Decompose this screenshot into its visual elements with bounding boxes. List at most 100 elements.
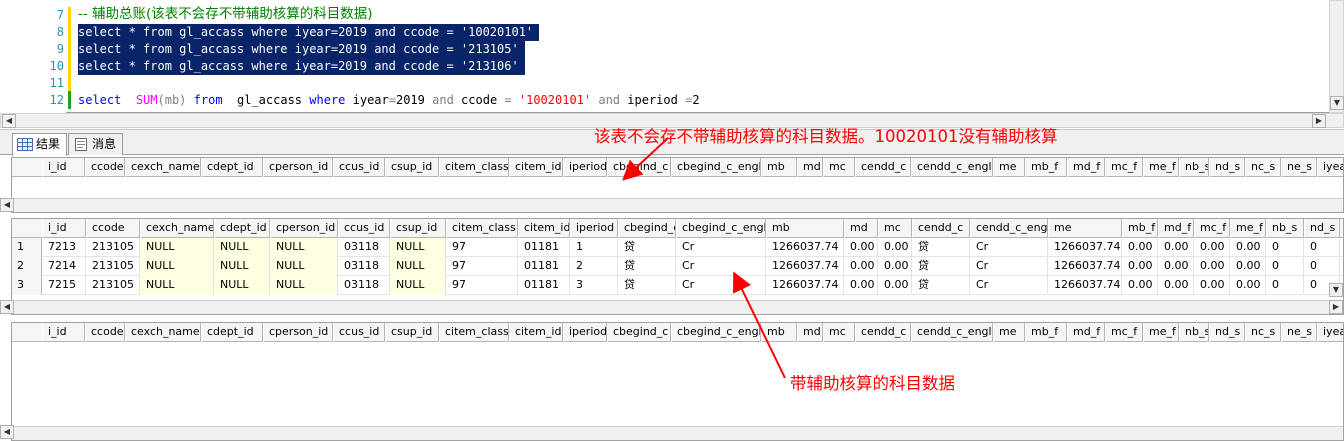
- table-cell[interactable]: NULL: [214, 257, 270, 276]
- table-cell[interactable]: 0.00: [1158, 276, 1194, 295]
- column-header-mc-f[interactable]: mc_f: [1105, 323, 1143, 342]
- table-cell[interactable]: 贷: [618, 276, 676, 295]
- column-header-ccode[interactable]: ccode: [85, 323, 125, 342]
- table-cell[interactable]: 0.00: [1194, 238, 1230, 257]
- table-cell[interactable]: 0.00: [878, 276, 912, 295]
- column-header-ccode[interactable]: ccode: [86, 219, 140, 238]
- column-header-cbegind-c-engl[interactable]: cbegind_c_engl: [671, 323, 761, 342]
- grid-horizontal-scrollbar[interactable]: [12, 300, 1343, 314]
- table-cell[interactable]: 贷: [618, 238, 676, 257]
- column-header-mb-f[interactable]: mb_f: [1025, 323, 1067, 342]
- row-number[interactable]: 3: [12, 276, 42, 295]
- table-cell[interactable]: Cr: [676, 276, 766, 295]
- table-cell[interactable]: Cr: [676, 257, 766, 276]
- column-header-cbegind-c-engl[interactable]: cbegind_c_engl: [671, 158, 761, 177]
- column-header-md[interactable]: md: [797, 158, 823, 177]
- table-cell[interactable]: 97: [446, 257, 518, 276]
- column-header-nd-s[interactable]: nd_s: [1209, 158, 1245, 177]
- column-header-md[interactable]: md: [844, 219, 878, 238]
- result-grid-1[interactable]: i_id ccode cexch_name cdept_id cperson_id ccu…: [11, 157, 1344, 213]
- column-header-cendd-c[interactable]: cendd_c: [855, 158, 911, 177]
- table-cell[interactable]: NULL: [270, 276, 338, 295]
- table-cell[interactable]: Cr: [970, 257, 1048, 276]
- column-header-mb[interactable]: mb: [761, 158, 797, 177]
- code-line-selected[interactable]: select * from gl_accass where iyear=2019…: [78, 24, 540, 41]
- column-header-md[interactable]: md: [797, 323, 823, 342]
- table-cell[interactable]: 0.00: [1158, 257, 1194, 276]
- column-header-nc-s[interactable]: nc_s: [1245, 158, 1281, 177]
- column-header-md-f[interactable]: md_f: [1067, 158, 1105, 177]
- table-cell[interactable]: 1266037.74: [1048, 238, 1122, 257]
- table-cell[interactable]: 0: [1266, 257, 1304, 276]
- column-header-ccus-id[interactable]: ccus_id: [338, 219, 390, 238]
- column-header-cexch-name[interactable]: cexch_name: [140, 219, 214, 238]
- column-header-cdept-id[interactable]: cdept_id: [201, 158, 263, 177]
- column-header-iperiod[interactable]: iperiod: [563, 158, 607, 177]
- column-header-cdept-id[interactable]: cdept_id: [201, 323, 263, 342]
- table-cell[interactable]: 贷: [912, 276, 970, 295]
- column-header-mc-f[interactable]: mc_f: [1194, 219, 1230, 238]
- column-header-me-f[interactable]: me_f: [1143, 158, 1179, 177]
- table-cell[interactable]: 03118: [338, 238, 390, 257]
- tab-results[interactable]: 结果: [12, 133, 68, 156]
- table-cell[interactable]: 0.00: [1230, 238, 1266, 257]
- table-cell[interactable]: 0.00: [1194, 257, 1230, 276]
- column-header-mb-f[interactable]: mb_f: [1025, 158, 1067, 177]
- table-cell[interactable]: Cr: [970, 276, 1048, 295]
- column-header-nb-s[interactable]: nb_s: [1179, 323, 1209, 342]
- column-header-ccus-id[interactable]: ccus_id: [333, 323, 385, 342]
- result-grid-3[interactable]: i_id ccode cexch_name cdept_id cperson_id ccu…: [11, 322, 1344, 441]
- table-cell[interactable]: 0.00: [1122, 257, 1158, 276]
- column-header-i-id[interactable]: i_id: [42, 158, 85, 177]
- scroll-right-icon[interactable]: ▶: [1329, 300, 1343, 314]
- column-header-iyear[interactable]: iyear: [1317, 158, 1343, 177]
- column-header-mb[interactable]: mb: [766, 219, 844, 238]
- table-cell[interactable]: 0: [1266, 238, 1304, 257]
- column-header-ne-s[interactable]: ne_s: [1281, 323, 1317, 342]
- column-header-citem-id[interactable]: citem_id: [509, 323, 563, 342]
- table-cell[interactable]: 03118: [338, 257, 390, 276]
- table-cell[interactable]: 贷: [912, 257, 970, 276]
- column-header-mb-f[interactable]: mb_f: [1122, 219, 1158, 238]
- table-cell[interactable]: 3: [570, 276, 618, 295]
- result-grid-2[interactable]: i_id ccode cexch_name cdept_id cperson_id ccu…: [11, 218, 1344, 315]
- scroll-left-icon[interactable]: ◀: [0, 198, 14, 212]
- column-header-cperson-id[interactable]: cperson_id: [263, 323, 333, 342]
- column-header-me[interactable]: me: [993, 158, 1025, 177]
- column-header-cexch-name[interactable]: cexch_name: [125, 158, 201, 177]
- column-header-cdept-id[interactable]: cdept_id: [214, 219, 270, 238]
- table-cell[interactable]: NULL: [270, 238, 338, 257]
- table-cell[interactable]: 213105: [86, 276, 140, 295]
- column-header-cperson-id[interactable]: cperson_id: [263, 158, 333, 177]
- scroll-down-icon[interactable]: ▼: [1329, 283, 1343, 297]
- table-cell[interactable]: Cr: [970, 238, 1048, 257]
- table-cell[interactable]: 0.00: [1194, 276, 1230, 295]
- table-row[interactable]: 3 7215 213105 NULL NULL NULL 03118 NULL 97 01181 3…: [12, 276, 1343, 295]
- column-header-cendd-c[interactable]: cendd_c: [912, 219, 970, 238]
- table-cell[interactable]: NULL: [140, 238, 214, 257]
- column-header-cendd-c-engl[interactable]: cendd_c_engl: [911, 323, 993, 342]
- column-header-nd-s[interactable]: nd_s: [1304, 219, 1340, 238]
- table-cell[interactable]: 贷: [618, 257, 676, 276]
- table-cell[interactable]: 97: [446, 238, 518, 257]
- column-header-csup-id[interactable]: csup_id: [385, 323, 439, 342]
- sql-editor[interactable]: 7 8 9 10 11 12 -- 辅助总账(该表不会存不带辅助核算的科目数据)…: [0, 0, 1344, 113]
- table-cell[interactable]: NULL: [390, 257, 446, 276]
- table-cell[interactable]: 0: [1304, 238, 1340, 257]
- table-cell[interactable]: 0: [1304, 257, 1340, 276]
- table-cell[interactable]: NULL: [390, 276, 446, 295]
- column-header-ccus-id[interactable]: ccus_id: [333, 158, 385, 177]
- table-cell[interactable]: 1266037.74: [1048, 257, 1122, 276]
- column-header-iperiod[interactable]: iperiod: [570, 219, 618, 238]
- table-cell[interactable]: NULL: [140, 276, 214, 295]
- scroll-down-icon[interactable]: ▼: [1330, 96, 1344, 110]
- column-header-cexch-name[interactable]: cexch_name: [125, 323, 201, 342]
- table-cell[interactable]: 1266037.74: [766, 276, 844, 295]
- table-cell[interactable]: 0.00: [1158, 238, 1194, 257]
- column-header-citem-id[interactable]: citem_id: [518, 219, 570, 238]
- table-cell[interactable]: 03118: [338, 276, 390, 295]
- grid-horizontal-scrollbar[interactable]: [12, 426, 1343, 440]
- column-header-cbegind-c-engl[interactable]: cbegind_c_engl: [676, 219, 766, 238]
- table-cell[interactable]: 0.00: [844, 276, 878, 295]
- table-cell[interactable]: 7213: [42, 238, 86, 257]
